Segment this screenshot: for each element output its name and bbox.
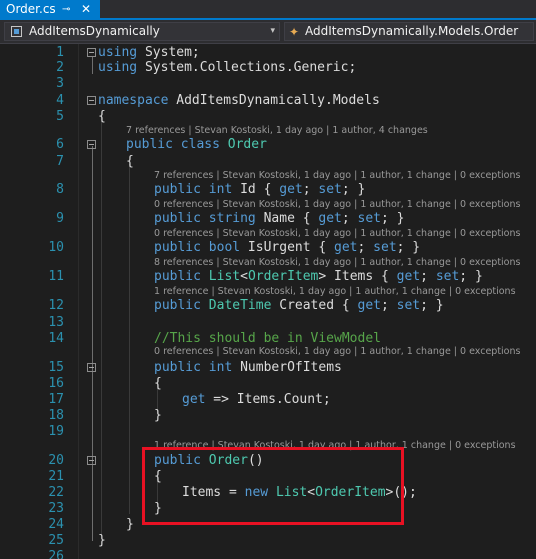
line-number: 18	[48, 408, 64, 423]
code-line: 1 using System;	[0, 45, 536, 60]
code-text: get => Items.Count;	[182, 392, 331, 407]
codelens-info[interactable]: 1 reference | Stevan Kostoski, 1 day ago…	[154, 286, 516, 298]
code-text: {	[154, 376, 162, 391]
line-number: 26	[48, 549, 64, 559]
code-line: 13	[0, 315, 536, 330]
code-line: 9 public string Name { get; set; }	[0, 211, 536, 226]
code-text: public int NumberOfItems	[154, 360, 342, 375]
csharp-project-icon	[11, 26, 22, 37]
line-number: 11	[48, 269, 64, 284]
code-line: 18 }	[0, 408, 536, 423]
line-number: 23	[48, 501, 64, 516]
line-number: 6	[56, 137, 64, 152]
line-number: 12	[48, 298, 64, 313]
class-icon: ✦	[289, 25, 300, 39]
code-line: 25 }	[0, 533, 536, 548]
line-number: 10	[48, 240, 64, 255]
code-line: 8 public int Id { get; set; }	[0, 182, 536, 197]
code-text: }	[98, 533, 106, 548]
code-line: 3	[0, 76, 536, 91]
code-text: {	[126, 154, 134, 169]
codelens-info[interactable]: 0 references | Stevan Kostoski, 1 day ag…	[154, 199, 520, 211]
code-line: 6 public class Order	[0, 137, 536, 152]
tab-filename: Order.cs	[6, 2, 56, 16]
code-line: 4 namespace AddItemsDynamically.Models	[0, 93, 536, 108]
tab-order-cs[interactable]: Order.cs ⊸ ✕	[0, 0, 100, 20]
line-number: 4	[56, 93, 64, 108]
line-number: 8	[56, 182, 64, 197]
code-text: namespace AddItemsDynamically.Models	[98, 93, 380, 108]
code-line: 7 {	[0, 154, 536, 169]
line-number: 17	[48, 392, 64, 407]
line-number: 9	[56, 211, 64, 226]
line-number: 14	[48, 331, 64, 346]
codelens-info[interactable]: 0 references | Stevan Kostoski, 1 day ag…	[154, 228, 520, 240]
code-text: public bool IsUrgent { get; set; }	[154, 240, 421, 255]
line-number: 22	[48, 485, 64, 500]
collapse-icon[interactable]	[87, 96, 96, 105]
type-dropdown[interactable]: ✦ AddItemsDynamically.Models.Order	[284, 22, 534, 41]
code-line: 26	[0, 549, 536, 559]
code-line: 16 {	[0, 376, 536, 391]
line-number: 20	[48, 453, 64, 468]
collapse-icon[interactable]	[87, 456, 96, 465]
line-number: 24	[48, 517, 64, 532]
highlight-box	[142, 447, 404, 525]
code-text: {	[98, 109, 106, 124]
line-number: 3	[56, 76, 64, 91]
code-text: public List<OrderItem> Items { get; set;…	[154, 269, 483, 284]
code-line: 14 //This should be in ViewModel	[0, 331, 536, 346]
code-line: 11 public List<OrderItem> Items { get; s…	[0, 269, 536, 284]
close-icon[interactable]: ✕	[81, 0, 91, 19]
code-text: public int Id { get; set; }	[154, 182, 366, 197]
code-line: 15 public int NumberOfItems	[0, 360, 536, 375]
codelens-info[interactable]: 7 references | Stevan Kostoski, 1 day ag…	[154, 170, 520, 182]
chevron-down-icon: ▾	[270, 26, 275, 36]
line-number: 19	[48, 424, 64, 439]
document-tab-strip: Order.cs ⊸ ✕	[0, 0, 536, 20]
code-line: 5 {	[0, 109, 536, 124]
navigation-bar: AddItemsDynamically ▾ ✦ AddItemsDynamica…	[0, 20, 536, 44]
line-number: 1	[56, 45, 64, 60]
code-line: 17 get => Items.Count;	[0, 392, 536, 407]
codelens-info[interactable]: 0 references | Stevan Kostoski, 1 day ag…	[154, 346, 520, 358]
code-line: 10 public bool IsUrgent { get; set; }	[0, 240, 536, 255]
line-number: 16	[48, 376, 64, 391]
collapse-icon[interactable]	[87, 140, 96, 149]
code-comment: //This should be in ViewModel	[154, 331, 381, 346]
code-text: using System;	[98, 45, 200, 60]
project-dropdown[interactable]: AddItemsDynamically ▾	[4, 22, 280, 41]
code-text: }	[126, 517, 134, 532]
pin-icon[interactable]: ⊸	[62, 0, 70, 19]
line-number: 5	[56, 109, 64, 124]
code-line: 19	[0, 424, 536, 439]
code-line: 12 public DateTime Created { get; set; }	[0, 298, 536, 313]
codelens-info[interactable]: 8 references | Stevan Kostoski, 1 day ag…	[154, 257, 520, 269]
type-path: AddItemsDynamically.Models.Order	[305, 24, 519, 38]
project-name: AddItemsDynamically	[29, 24, 160, 38]
code-editor[interactable]: 1 using System; 2 using System.Collectio…	[0, 44, 536, 559]
line-number: 2	[56, 60, 64, 75]
code-text: public string Name { get; set; }	[154, 211, 405, 226]
collapse-icon[interactable]	[87, 363, 96, 372]
code-line: 2 using System.Collections.Generic;	[0, 60, 536, 75]
code-text: }	[154, 408, 162, 423]
code-text: using System.Collections.Generic;	[98, 60, 357, 75]
line-number: 15	[48, 360, 64, 375]
line-number: 7	[56, 154, 64, 169]
line-number: 13	[48, 315, 64, 330]
code-text: public DateTime Created { get; set; }	[154, 298, 444, 313]
codelens-info[interactable]: 7 references | Stevan Kostoski, 1 day ag…	[126, 125, 428, 137]
code-text: public class Order	[126, 137, 267, 152]
collapse-icon[interactable]	[87, 48, 96, 57]
line-number: 25	[48, 533, 64, 548]
line-number: 21	[48, 469, 64, 484]
